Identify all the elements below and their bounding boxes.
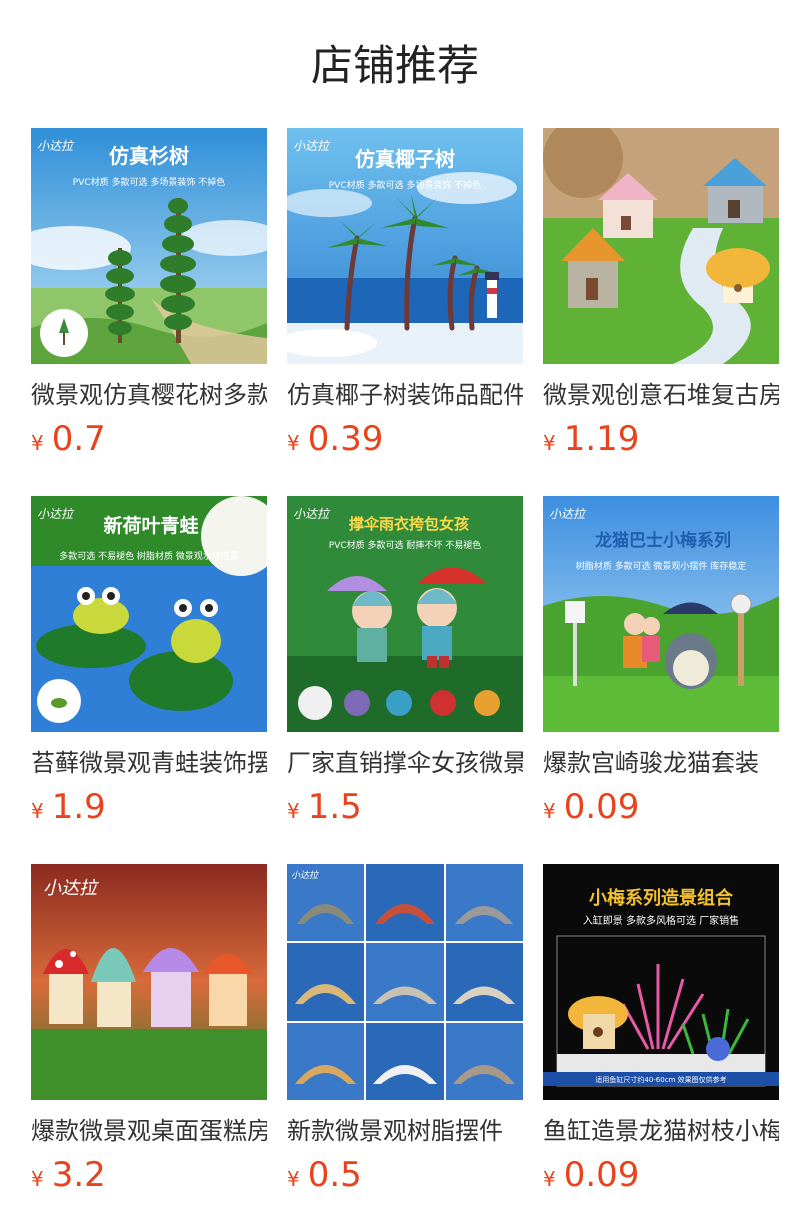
product-price: ¥1.19	[543, 418, 639, 460]
price-value: 0.39	[307, 419, 384, 459]
product-name[interactable]: 鱼缸造景龙猫树枝小梅	[543, 1114, 779, 1148]
currency-symbol: ¥	[287, 1167, 300, 1191]
product-card[interactable]: 小达拉 新款微景观树脂摆件 ¥0.5	[287, 864, 523, 1196]
price-value: 1.19	[563, 419, 640, 459]
currency-symbol: ¥	[287, 431, 300, 455]
product-price: ¥0.39	[287, 418, 383, 460]
image-footer: 适用鱼缸尺寸约40-60cm 效果图仅供参考	[595, 1075, 726, 1084]
product-card[interactable]: 小达拉 龙猫巴士小梅系列 树脂材质 多款可选 微景观小摆件 库存稳定 爆款宫崎骏…	[543, 496, 779, 828]
product-name[interactable]: 仿真椰子树装饰品配件	[287, 378, 523, 412]
product-image[interactable]	[543, 128, 779, 364]
product-name[interactable]: 爆款宫崎骏龙猫套装	[543, 746, 779, 780]
currency-symbol: ¥	[543, 799, 556, 823]
brand-logo: 小达拉	[549, 507, 587, 521]
image-headline: 仿真杉树	[109, 144, 189, 168]
product-price: ¥0.09	[543, 786, 639, 828]
product-price: ¥1.5	[287, 786, 362, 828]
currency-symbol: ¥	[31, 1167, 44, 1191]
product-image[interactable]: 小达拉 新荷叶青蛙 多款可选 不易褪色 树脂材质 微景观水族造景	[31, 496, 267, 732]
image-headline: 仿真椰子树	[355, 147, 455, 171]
image-subline: 树脂材质 多款可选 微景观小摆件 库存稳定	[576, 560, 747, 572]
brand-logo: 小达拉	[291, 870, 319, 881]
currency-symbol: ¥	[287, 799, 300, 823]
product-price: ¥1.9	[31, 786, 106, 828]
product-card[interactable]: 小达拉 爆款微景观桌面蛋糕房子 ¥3.2	[31, 864, 267, 1196]
product-name[interactable]: 爆款微景观桌面蛋糕房子	[31, 1114, 267, 1148]
image-headline: 新荷叶青蛙	[103, 514, 198, 537]
image-headline: 小梅系列造景组合	[589, 887, 734, 909]
image-headline: 龙猫巴士小梅系列	[594, 530, 731, 551]
product-card[interactable]: 小达拉 新荷叶青蛙 多款可选 不易褪色 树脂材质 微景观水族造景 苔藓微景观青蛙…	[31, 496, 267, 828]
section-title: 店铺推荐	[310, 41, 479, 90]
product-name[interactable]: 微景观创意石堆复古房子	[543, 378, 779, 412]
price-value: 3.2	[51, 1155, 106, 1195]
product-image[interactable]: 小梅系列造景组合 入缸即景 多款多风格可选 厂家销售 适用鱼缸尺寸约40-60c…	[543, 864, 779, 1100]
image-subline: PVC材质 多款可选 多场景装饰 不掉色	[329, 179, 481, 191]
product-name[interactable]: 新款微景观树脂摆件	[287, 1114, 523, 1148]
image-subline: PVC材质 多款可选 耐摔不坏 不易褪色	[329, 539, 481, 551]
product-card[interactable]: 小达拉 仿真椰子树 PVC材质 多款可选 多场景装饰 不掉色 仿真椰子树装饰品配…	[287, 128, 523, 460]
product-image[interactable]: 小达拉	[31, 864, 267, 1100]
price-value: 1.9	[51, 787, 106, 827]
brand-logo: 小达拉	[43, 878, 99, 899]
image-subline: 入缸即景 多款多风格可选 厂家销售	[583, 914, 739, 927]
product-card[interactable]: 小达拉 仿真杉树 PVC材质 多款可选 多场景装饰 不掉色 微景观仿真樱花树多款…	[31, 128, 267, 460]
product-name[interactable]: 微景观仿真樱花树多款	[31, 378, 267, 412]
product-price: ¥3.2	[31, 1154, 106, 1196]
product-image[interactable]: 小达拉 仿真杉树 PVC材质 多款可选 多场景装饰 不掉色	[31, 128, 267, 364]
currency-symbol: ¥	[543, 431, 556, 455]
product-image[interactable]: 小达拉 仿真椰子树 PVC材质 多款可选 多场景装饰 不掉色	[287, 128, 523, 364]
brand-logo: 小达拉	[293, 507, 331, 521]
currency-symbol: ¥	[31, 431, 44, 455]
price-value: 0.09	[563, 1155, 640, 1195]
image-headline: 撑伞雨衣挎包女孩	[349, 515, 469, 533]
price-value: 0.7	[51, 419, 106, 459]
product-price: ¥0.7	[31, 418, 106, 460]
product-name[interactable]: 苔藓微景观青蛙装饰摆件	[31, 746, 267, 780]
currency-symbol: ¥	[31, 799, 44, 823]
currency-symbol: ¥	[543, 1167, 556, 1191]
product-image[interactable]: 小达拉	[287, 864, 523, 1100]
price-value: 1.5	[307, 787, 362, 827]
product-card[interactable]: 微景观创意石堆复古房子 ¥1.19	[543, 128, 779, 460]
product-price: ¥0.5	[287, 1154, 362, 1196]
product-image[interactable]: 小达拉 撑伞雨衣挎包女孩 PVC材质 多款可选 耐摔不坏 不易褪色	[287, 496, 523, 732]
product-card[interactable]: 小达拉 撑伞雨衣挎包女孩 PVC材质 多款可选 耐摔不坏 不易褪色 厂家直销撑伞…	[287, 496, 523, 828]
product-name[interactable]: 厂家直销撑伞女孩微景观	[287, 746, 523, 780]
price-value: 0.09	[563, 787, 640, 827]
brand-logo: 小达拉	[293, 139, 331, 153]
brand-logo: 小达拉	[37, 507, 75, 521]
image-subline: 多款可选 不易褪色 树脂材质 微景观水族造景	[59, 550, 239, 562]
product-price: ¥0.09	[543, 1154, 639, 1196]
product-card[interactable]: 小梅系列造景组合 入缸即景 多款多风格可选 厂家销售 适用鱼缸尺寸约40-60c…	[543, 864, 779, 1196]
price-value: 0.5	[307, 1155, 362, 1195]
brand-logo: 小达拉	[37, 139, 75, 153]
product-image[interactable]: 小达拉 龙猫巴士小梅系列 树脂材质 多款可选 微景观小摆件 库存稳定	[543, 496, 779, 732]
image-subline: PVC材质 多款可选 多场景装饰 不掉色	[73, 176, 225, 188]
